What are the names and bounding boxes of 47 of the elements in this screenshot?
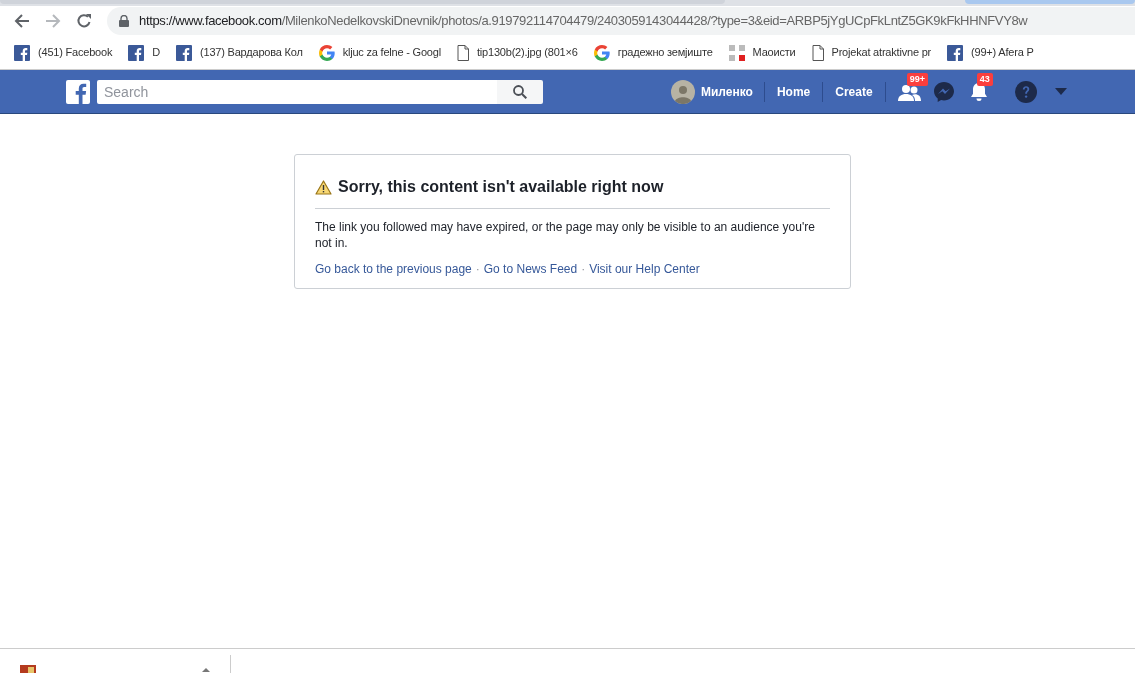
lock-icon [119, 15, 129, 27]
count-badge: 99+ [906, 72, 928, 86]
bookmark-link[interactable]: градежно земјиште [617, 44, 713, 61]
facebook-icon [947, 44, 964, 61]
help-link[interactable]: Go to News Feed [483, 260, 578, 278]
apps-icon [728, 44, 745, 61]
reload-icon[interactable] [76, 13, 92, 29]
google-icon [593, 44, 610, 61]
bookmark-link[interactable]: tip130b(2).jpg (801×6 [476, 44, 578, 61]
help-link[interactable]: Go back to the previous page [315, 260, 472, 278]
google-icon [318, 44, 335, 61]
help-link[interactable]: Visit our Help Center [589, 260, 700, 278]
address-bar[interactable]: https://www.facebook.com/MilenkoNedelkovskiDnevnik/photos/a.919792114704479/2403059143044428/?type=3&eid=ARBP5jYgUCpFkLntZ5GK9kFkHHNFVY8w [107, 7, 1135, 35]
search-field[interactable]: Search [97, 79, 497, 104]
error-title: Sorry, this content isn't available right now [338, 177, 664, 197]
back-icon[interactable] [14, 13, 30, 29]
bookmark-link[interactable]: (137) Вардарова Кол [200, 44, 303, 61]
image-file-icon [20, 665, 36, 673]
messenger-icon [932, 80, 955, 103]
bookmark-link[interactable]: kljuc za felne - Googl [342, 44, 441, 61]
bookmark-link[interactable]: Маоисти [752, 44, 796, 61]
caret-icon [1054, 88, 1067, 95]
profile-name[interactable]: Миленко [701, 82, 753, 101]
people-icon [896, 82, 921, 101]
facebook-logo[interactable] [66, 79, 90, 104]
bookmark-link[interactable]: (451) Facebook [38, 44, 113, 61]
page-icon [456, 44, 469, 61]
separator: · [474, 261, 481, 278]
bookmark-link[interactable]: (99+) Afera P [971, 44, 1034, 61]
page-icon [811, 44, 824, 61]
count-badge: 43 [976, 72, 993, 86]
help-icon [1014, 80, 1037, 103]
bookmark-link[interactable]: D [152, 44, 160, 61]
bookmark-link[interactable]: Projekat atraktivne pr [831, 44, 932, 61]
facebook-icon [14, 44, 30, 61]
search-icon [513, 84, 527, 99]
separator: · [580, 261, 587, 278]
caret-up-icon[interactable] [202, 668, 210, 672]
url-text: https://www.facebook.com/MilenkoNedelkovskiDnevnik/photos/a.919792114704479/2403059143044428/?type=3&eid=ARBP5jYgUCpFkLntZ5GK9kFkHHNFVY8w [139, 12, 1028, 31]
nav-link[interactable]: Home [764, 82, 823, 101]
search-button[interactable] [497, 79, 543, 104]
warning-icon [315, 179, 332, 195]
error-message: The link you followed may have expired, or the page may only be visible to an audience you're not in. [315, 219, 816, 251]
facebook-icon [128, 44, 145, 61]
avatar[interactable] [671, 79, 695, 104]
facebook-icon [176, 44, 192, 61]
nav-link[interactable]: Create [823, 82, 885, 101]
